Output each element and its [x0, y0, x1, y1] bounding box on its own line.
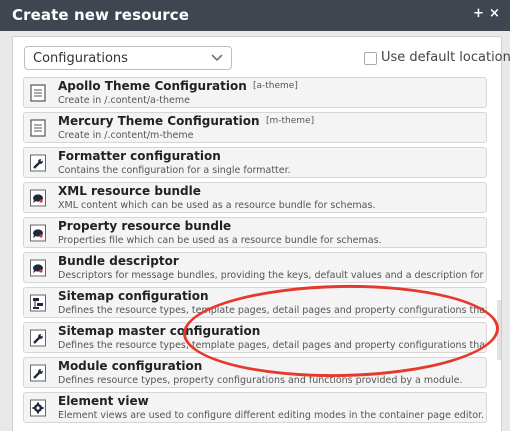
bubble-icon [30, 189, 46, 207]
resource-type-description: Defines resource types, property configu… [58, 375, 463, 386]
wrench-icon [30, 154, 46, 172]
resource-type-description: Element views are used to configure diff… [58, 410, 485, 421]
resource-type-item[interactable]: Mercury Theme Configuration [m-theme] Crea… [23, 112, 487, 143]
resource-type-title: Element view [58, 394, 149, 408]
resource-type-title: Bundle descriptor [58, 254, 179, 268]
resource-type-tag: [a-theme] [253, 81, 298, 91]
resource-type-description: XML content which can be used as a resou… [58, 200, 376, 211]
resource-type-description: Properties file which can be used as a r… [58, 235, 382, 246]
resource-type-item[interactable]: Module configuration Defines resource typ… [23, 357, 487, 388]
resource-type-title: Module configuration [58, 359, 203, 373]
resource-type-item[interactable]: XML resource bundle XML content which can… [23, 182, 487, 213]
resource-type-item[interactable]: Property resource bundle Properties file … [23, 217, 487, 248]
bubble-icon [30, 224, 46, 242]
resource-type-title: Formatter configuration [58, 149, 221, 163]
resource-type-description: Create in /.content/m-theme [58, 130, 194, 141]
create-resource-dialog: Create new resource + × Configurations U… [0, 0, 510, 431]
resource-type-title: Property resource bundle [58, 219, 232, 233]
dialog-titlebar[interactable]: Create new resource + × [0, 0, 510, 31]
chevron-down-icon [211, 54, 223, 62]
document-icon [30, 119, 46, 137]
default-location-label: Use default location [381, 50, 510, 65]
select-value: Configurations [33, 51, 128, 66]
resource-type-item[interactable]: Apollo Theme Configuration [a-theme] Creat… [23, 77, 487, 108]
resource-type-description: Create in /.content/a-theme [58, 95, 190, 106]
resource-type-item[interactable]: Formatter configuration Contains the conf… [23, 147, 487, 178]
resource-type-item[interactable]: Bundle descriptor Descriptors for message… [23, 252, 487, 283]
resource-type-item[interactable]: Element view Element views are used to co… [23, 392, 487, 423]
resource-type-title: Sitemap master configuration [58, 324, 261, 338]
resource-type-description: Defines the resource types, template pag… [58, 340, 487, 351]
resource-type-item[interactable]: Sitemap configuration Defines the resourc… [23, 287, 487, 318]
default-location-checkbox[interactable] [364, 52, 377, 65]
resource-type-title: Sitemap configuration [58, 289, 209, 303]
resource-type-title: Apollo Theme Configuration [58, 79, 247, 93]
sitemap-icon [30, 294, 46, 312]
resource-type-tag: [m-theme] [266, 116, 315, 126]
gear-icon [30, 399, 46, 417]
resource-type-select[interactable]: Configurations [24, 46, 232, 70]
close-button[interactable]: × [489, 6, 500, 21]
resource-type-item[interactable]: Sitemap master configuration Defines the … [23, 322, 487, 353]
maximize-button[interactable]: + [473, 6, 484, 21]
scrollbar[interactable] [497, 300, 501, 360]
document-icon [30, 84, 46, 102]
wrench-icon [30, 364, 46, 382]
resource-type-description: Descriptors for message bundles, providi… [58, 270, 487, 281]
resource-type-description: Defines the resource types, template pag… [58, 305, 487, 316]
dialog-title: Create new resource [12, 6, 190, 24]
default-location-toggle[interactable]: Use default location [364, 50, 510, 68]
resource-type-title: XML resource bundle [58, 184, 201, 198]
bubble-icon [30, 259, 46, 277]
wrench-icon [30, 329, 46, 347]
resource-type-description: Contains the configuration for a single … [58, 165, 291, 176]
resource-type-title: Mercury Theme Configuration [58, 114, 260, 128]
